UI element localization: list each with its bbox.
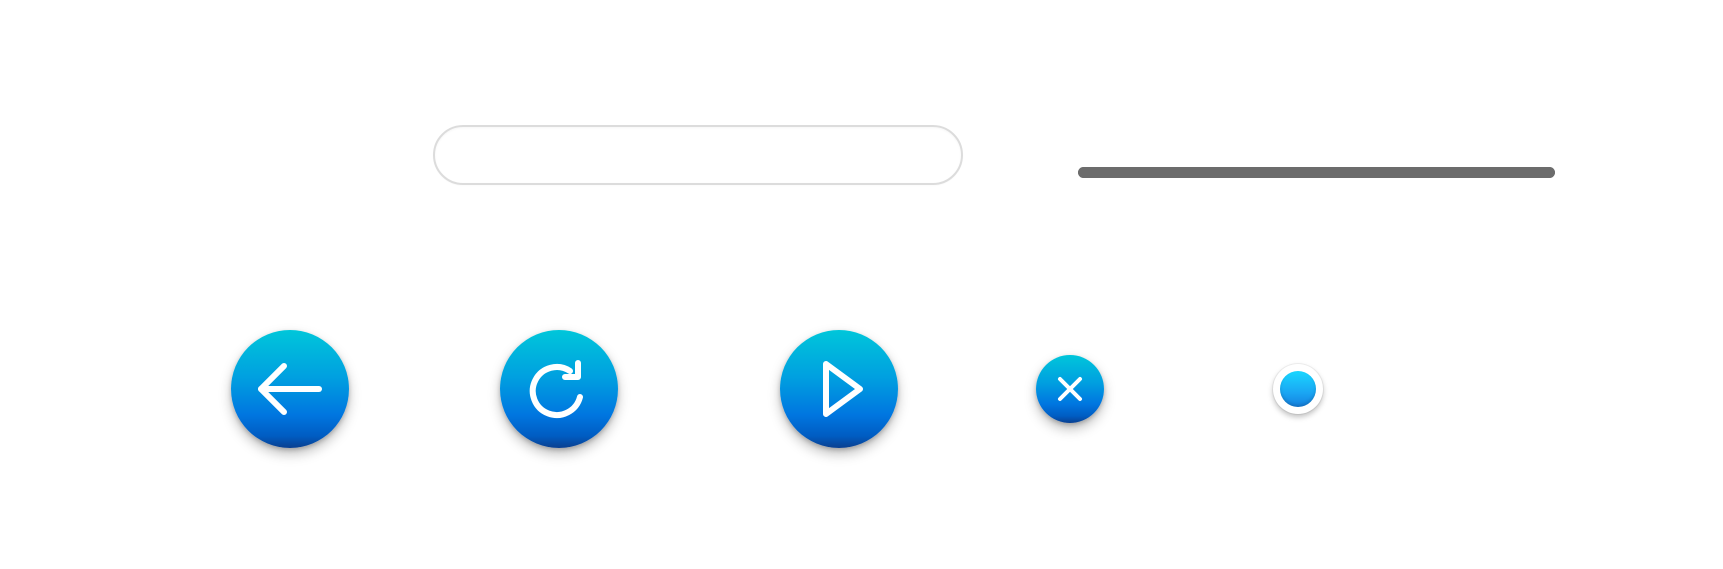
close-button[interactable]: [1036, 355, 1104, 423]
search-input[interactable]: [459, 142, 937, 168]
search-field[interactable]: [433, 125, 963, 185]
close-icon: [1058, 377, 1082, 401]
progress-fill: [1078, 167, 1555, 178]
play-button[interactable]: [780, 330, 898, 448]
play-icon: [823, 361, 863, 417]
reload-icon: [529, 360, 583, 419]
radio-button[interactable]: [1273, 364, 1323, 414]
back-button[interactable]: [231, 330, 349, 448]
reload-button[interactable]: [500, 330, 618, 448]
radio-selected-dot: [1280, 371, 1316, 407]
arrow-left-icon: [258, 363, 322, 415]
progress-bar[interactable]: [1078, 167, 1555, 178]
